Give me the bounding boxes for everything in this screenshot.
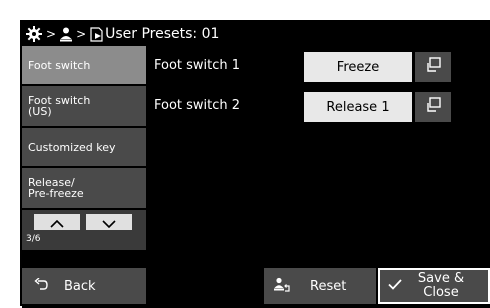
chevron-up-icon	[50, 213, 64, 232]
breadcrumb-separator: >	[46, 27, 57, 41]
foot-switch-2-popup-button[interactable]	[415, 92, 451, 122]
foot-switch-1-popup-button[interactable]	[415, 52, 451, 82]
row-label-foot-switch-2: Foot switch 2	[154, 98, 241, 113]
back-arrow-icon	[34, 277, 48, 294]
sidebar: Foot switch Foot switch (US) Customized …	[22, 46, 148, 282]
save-and-close-button[interactable]: Save & Close	[378, 268, 490, 304]
sidebar-item-customized-key[interactable]: Customized key	[22, 128, 146, 166]
gear-icon[interactable]	[26, 26, 42, 42]
row-label-foot-switch-1: Foot switch 1	[154, 58, 241, 73]
popup-window-icon	[425, 57, 441, 77]
checkmark-icon	[388, 278, 402, 294]
user-icon[interactable]	[60, 27, 73, 42]
page-up-button[interactable]	[34, 214, 80, 230]
breadcrumb-separator: >	[76, 27, 87, 41]
page-indicator: 3/6	[26, 234, 41, 244]
bottom-bar: Back Reset Save & Close	[22, 266, 490, 308]
back-label: Back	[64, 278, 96, 294]
foot-switch-1-value-button[interactable]: Freeze	[304, 52, 412, 82]
popup-window-icon	[425, 97, 441, 117]
title-bar: > > User Presets: 01	[22, 22, 490, 46]
value-label: Freeze	[336, 59, 380, 75]
sidebar-item-label: Foot switch	[28, 58, 91, 72]
foot-switch-2-value-button[interactable]: Release 1	[304, 92, 412, 122]
page-title: User Presets: 01	[105, 26, 220, 42]
reset-button[interactable]: Reset	[264, 268, 376, 304]
back-button[interactable]: Back	[22, 268, 146, 304]
sidebar-pager: 3/6	[22, 210, 146, 250]
document-icon	[90, 26, 104, 42]
sidebar-item-label: Foot switch (US)	[28, 94, 91, 118]
sidebar-item-foot-switch[interactable]: Foot switch	[22, 46, 146, 84]
reset-label: Reset	[310, 278, 347, 294]
user-reset-icon	[274, 277, 290, 296]
settings-panel: Foot switch 1 Freeze Foot switch 2 Relea…	[148, 46, 490, 282]
save-label: Save & Close	[417, 271, 465, 300]
value-label: Release 1	[326, 99, 390, 115]
chevron-down-icon	[102, 213, 116, 232]
page-down-button[interactable]	[86, 214, 132, 230]
sidebar-item-label: Customized key	[28, 140, 116, 154]
sidebar-item-release-pre-freeze[interactable]: Release/ Pre-freeze	[22, 168, 146, 208]
sidebar-item-foot-switch-us[interactable]: Foot switch (US)	[22, 86, 146, 126]
device-screen: > > User Presets: 01 Foot switch Foot sw…	[20, 20, 490, 308]
sidebar-item-label: Release/ Pre-freeze	[28, 176, 84, 200]
